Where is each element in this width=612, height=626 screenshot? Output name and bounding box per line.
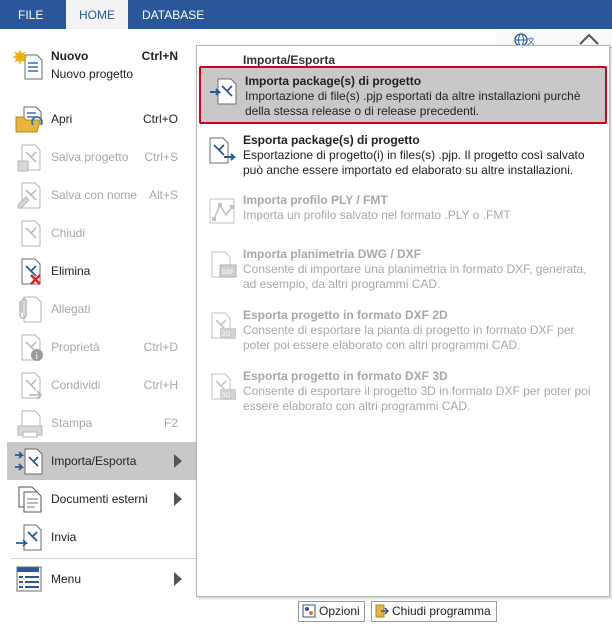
- menu-item-label: Invia: [51, 530, 77, 544]
- submenu-item-description: Importa un profilo salvato nel formato .…: [243, 208, 511, 222]
- submenu-item-description: Esportazione di progetto(i) in files(s) …: [243, 148, 585, 177]
- print-icon: [13, 407, 45, 439]
- options-button[interactable]: Opzioni: [298, 601, 365, 622]
- documents-icon: [13, 483, 45, 515]
- submenu-item-importa-profilo[interactable]: Importa profilo PLY / FMT Importa un pro…: [199, 187, 607, 245]
- close-program-button[interactable]: Chiudi programma: [371, 601, 497, 622]
- menu-item-label: Proprietà: [51, 340, 100, 354]
- menu-item-label: Apri: [51, 112, 73, 126]
- share-icon: [13, 369, 45, 401]
- submenu-item-esporta-dxf-3d[interactable]: 3D Esporta progetto in formato DXF 3D Co…: [199, 363, 607, 421]
- submenu-item-title: Esporta progetto in formato DXF 3D: [243, 369, 448, 383]
- submenu-item-esporta-package[interactable]: Esporta package(s) di progetto Esportazi…: [199, 127, 607, 185]
- ribbon-bar: FILE HOME DATABASE: [0, 0, 612, 29]
- import-package-icon: [208, 76, 240, 108]
- submenu-item-description: Consente di esportare la pianta di proge…: [243, 323, 575, 352]
- menu-item-label: Chiudi: [51, 226, 86, 240]
- close-document-icon: [13, 217, 45, 249]
- home-icon[interactable]: [578, 32, 599, 46]
- menu-item-shortcut: Alt+S: [148, 188, 178, 202]
- import-export-icon: [13, 445, 45, 477]
- save-as-icon: [13, 179, 45, 211]
- menu-item-salva-progetto[interactable]: Salva progetto Ctrl+S: [7, 138, 196, 176]
- submenu-item-title: Importa package(s) di progetto: [245, 74, 422, 88]
- menu-item-shortcut: Ctrl+D: [143, 340, 178, 354]
- nuovo-title: Nuovo: [51, 49, 89, 63]
- submenu-item-importa-package[interactable]: Importa package(s) di progetto Importazi…: [199, 66, 607, 124]
- options-label: Opzioni: [319, 604, 360, 618]
- open-folder-icon: [13, 103, 45, 135]
- submenu-item-description: Importazione di file(s) .pjp esportati d…: [245, 89, 581, 118]
- exit-icon: [375, 604, 390, 618]
- submenu-item-importa-planimetria[interactable]: DXF Importa planimetria DWG / DXF Consen…: [199, 241, 607, 299]
- menu-item-label: Condividi: [51, 378, 101, 392]
- menu-item-label: Documenti esterni: [51, 492, 148, 506]
- submenu-arrow-icon: [174, 492, 182, 506]
- export-package-icon: [206, 135, 238, 167]
- submenu-item-esporta-dxf-2d[interactable]: 2D Esporta progetto in formato DXF 2D Co…: [199, 302, 607, 360]
- menu-item-chiudi[interactable]: Chiudi: [7, 214, 196, 252]
- menu-item-allegati[interactable]: Allegati: [7, 290, 196, 328]
- tab-database[interactable]: DATABASE: [136, 0, 210, 29]
- menu-item-documenti-esterni[interactable]: Documenti esterni: [7, 480, 196, 518]
- menu-item-nuovo[interactable]: Nuovo Nuovo progetto Ctrl+N: [7, 46, 196, 90]
- nuovo-subtitle: Nuovo progetto: [51, 67, 134, 81]
- close-program-label: Chiudi programma: [392, 604, 491, 618]
- menu-item-label: Salva con nome: [51, 188, 138, 202]
- submenu-item-title: Esporta package(s) di progetto: [243, 133, 420, 147]
- export-dxf-3d-icon: 3D: [206, 371, 238, 403]
- paperclip-icon: [13, 293, 45, 325]
- menu-icon: [13, 563, 45, 595]
- menu-separator: [11, 558, 196, 559]
- menu-item-apri[interactable]: Apri Ctrl+O: [7, 100, 196, 138]
- submenu-arrow-icon: [174, 454, 182, 468]
- menu-item-menu[interactable]: Menu: [7, 560, 196, 598]
- send-icon: [13, 521, 45, 553]
- svg-text:DXF: DXF: [222, 269, 235, 276]
- submenu-item-description: Consente di esportare il progetto 3D in …: [243, 384, 591, 413]
- tab-file[interactable]: FILE: [12, 0, 49, 29]
- submenu-header: Importa/Esporta: [243, 53, 336, 67]
- menu-item-importa-esporta[interactable]: Importa/Esporta: [7, 442, 196, 480]
- import-dwg-icon: DXF: [206, 249, 238, 281]
- menu-item-label: Importa/Esporta: [51, 454, 137, 468]
- submenu-arrow-icon: [174, 572, 182, 586]
- svg-text:3D: 3D: [222, 392, 231, 399]
- menu-item-shortcut: F2: [163, 416, 178, 430]
- menu-item-condividi[interactable]: Condividi Ctrl+H: [7, 366, 196, 404]
- menu-item-salva-con-nome[interactable]: Salva con nome Alt+S: [7, 176, 196, 214]
- submenu-item-title: Importa profilo PLY / FMT: [243, 193, 388, 207]
- menu-item-proprieta[interactable]: i Proprietà Ctrl+D: [7, 328, 196, 366]
- menu-item-shortcut: Ctrl+O: [142, 112, 178, 126]
- svg-text:i: i: [36, 352, 39, 362]
- options-icon: [302, 604, 316, 618]
- menu-item-label: Menu: [51, 572, 82, 586]
- import-profile-icon: [206, 195, 238, 227]
- file-menu: Nuovo Nuovo progetto Ctrl+N Apri Ctrl+O …: [0, 29, 196, 626]
- menu-item-stampa[interactable]: Stampa F2: [7, 404, 196, 442]
- submenu-item-title: Esporta progetto in formato DXF 2D: [243, 308, 448, 322]
- menu-item-label: Elimina: [51, 264, 91, 278]
- menu-item-label: Stampa: [51, 416, 93, 430]
- new-project-icon: [13, 49, 45, 81]
- tab-home[interactable]: HOME: [66, 0, 128, 29]
- menu-item-label: Allegati: [51, 302, 91, 316]
- menu-item-shortcut: Ctrl+H: [143, 378, 178, 392]
- submenu-item-description: Consente di importare una planimetria in…: [243, 262, 587, 291]
- export-dxf-2d-icon: 2D: [206, 310, 238, 342]
- menu-item-label: Salva progetto: [51, 150, 129, 164]
- import-export-submenu: Importa/Esporta Importa package(s) di pr…: [196, 45, 610, 597]
- svg-text:2D: 2D: [222, 331, 231, 338]
- properties-icon: i: [13, 331, 45, 363]
- menu-item-elimina[interactable]: Elimina: [7, 252, 196, 290]
- delete-icon: [13, 255, 45, 287]
- submenu-item-title: Importa planimetria DWG / DXF: [243, 247, 422, 261]
- save-icon: [13, 141, 45, 173]
- menu-item-shortcut: Ctrl+S: [144, 150, 178, 164]
- menu-item-invia[interactable]: Invia: [7, 518, 196, 556]
- nuovo-shortcut: Ctrl+N: [141, 49, 178, 63]
